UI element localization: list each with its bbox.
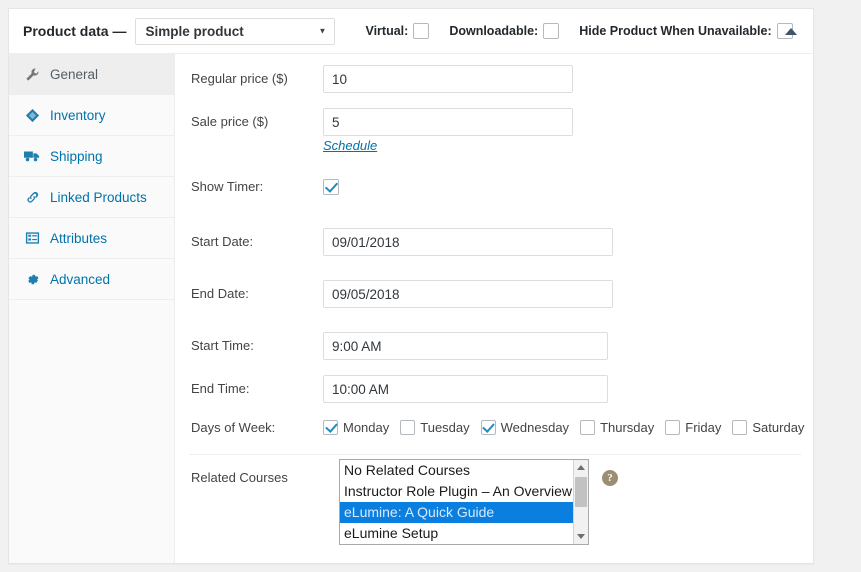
monday-label: Monday bbox=[343, 420, 390, 435]
panel-body: General Inventory Shipping Linked Produc… bbox=[9, 54, 813, 563]
show-timer-checkbox[interactable] bbox=[323, 179, 339, 195]
hide-product-checkbox-group[interactable]: Hide Product When Unavailable: bbox=[579, 23, 793, 39]
end-date-label: End Date: bbox=[191, 286, 249, 301]
sidebar-item-advanced[interactable]: Advanced bbox=[9, 259, 174, 300]
sidebar-item-inventory[interactable]: Inventory bbox=[9, 95, 174, 136]
day-checkbox-friday[interactable]: Friday bbox=[665, 420, 721, 435]
sidebar-item-label: General bbox=[50, 66, 99, 82]
panel-header: Product data — Simple product ▼ Virtual:… bbox=[9, 9, 813, 54]
schedule-sale-link[interactable]: Schedule bbox=[323, 138, 377, 153]
related-courses-label: Related Courses bbox=[191, 470, 288, 485]
saturday-checkbox[interactable] bbox=[732, 420, 748, 435]
related-courses-options: No Related Courses Instructor Role Plugi… bbox=[340, 460, 573, 544]
sidebar-item-label: Attributes bbox=[50, 230, 108, 246]
saturday-label: Saturday bbox=[752, 420, 805, 435]
start-date-input[interactable] bbox=[323, 228, 613, 256]
section-divider bbox=[189, 454, 801, 455]
list-item-selected[interactable]: eLumine: A Quick Guide bbox=[340, 502, 573, 523]
sidebar-item-shipping[interactable]: Shipping bbox=[9, 136, 174, 177]
show-timer-row: Show Timer: bbox=[175, 178, 813, 196]
sale-price-input[interactable] bbox=[323, 108, 573, 136]
hide-product-label: Hide Product When Unavailable: bbox=[579, 24, 772, 38]
virtual-label: Virtual: bbox=[365, 24, 409, 38]
help-icon[interactable]: ? bbox=[602, 470, 618, 486]
link-icon bbox=[23, 189, 41, 205]
listbox-scrollbar[interactable] bbox=[573, 460, 588, 544]
related-courses-listbox[interactable]: No Related Courses Instructor Role Plugi… bbox=[339, 459, 589, 545]
end-time-label: End Time: bbox=[191, 381, 250, 396]
end-date-input[interactable] bbox=[323, 280, 613, 308]
day-checkbox-wednesday[interactable]: Wednesday bbox=[480, 420, 570, 435]
gear-icon bbox=[23, 271, 41, 287]
tag-icon bbox=[23, 107, 41, 123]
list-item[interactable]: Instructor Role Plugin – An Overview bbox=[340, 481, 573, 502]
day-checkbox-thursday[interactable]: Thursday bbox=[580, 420, 654, 435]
virtual-checkbox-group[interactable]: Virtual: bbox=[365, 23, 430, 39]
regular-price-label: Regular price ($) bbox=[191, 71, 288, 86]
sidebar-item-linked-products[interactable]: Linked Products bbox=[9, 177, 174, 218]
sidebar-item-label: Shipping bbox=[50, 148, 103, 164]
day-checkbox-saturday[interactable]: Saturday bbox=[732, 420, 804, 435]
schedule-link-row: Schedule bbox=[175, 138, 813, 153]
scroll-down-arrow-icon[interactable] bbox=[574, 529, 588, 544]
list-item[interactable]: eLumine Setup bbox=[340, 523, 573, 544]
monday-checkbox[interactable] bbox=[323, 420, 338, 435]
start-date-label: Start Date: bbox=[191, 234, 254, 249]
collapse-panel-toggle[interactable] bbox=[783, 23, 799, 39]
downloadable-label: Downloadable: bbox=[449, 24, 539, 38]
start-time-label: Start Time: bbox=[191, 338, 254, 353]
sidebar-item-label: Advanced bbox=[50, 271, 111, 287]
end-date-row: End Date: bbox=[175, 280, 813, 308]
thursday-label: Thursday bbox=[600, 420, 655, 435]
sidebar-item-label: Linked Products bbox=[50, 189, 147, 205]
product-type-select[interactable]: Simple product bbox=[135, 17, 336, 45]
sale-price-row: Sale price ($) bbox=[175, 108, 813, 136]
friday-label: Friday bbox=[685, 420, 722, 435]
day-checkbox-monday[interactable]: Monday bbox=[323, 420, 389, 435]
wrench-icon bbox=[23, 66, 41, 82]
virtual-checkbox[interactable] bbox=[413, 23, 430, 39]
regular-price-row: Regular price ($) bbox=[175, 65, 813, 93]
friday-checkbox[interactable] bbox=[665, 420, 681, 435]
end-time-row: End Time: bbox=[175, 375, 813, 403]
sidebar-item-attributes[interactable]: Attributes bbox=[9, 218, 174, 259]
general-tab-panel: Regular price ($) Sale price ($) Schedul… bbox=[175, 54, 813, 563]
show-timer-label: Show Timer: bbox=[191, 179, 264, 194]
days-of-week-label: Days of Week: bbox=[191, 420, 276, 435]
scrollbar-thumb[interactable] bbox=[575, 477, 587, 507]
downloadable-checkbox-group[interactable]: Downloadable: bbox=[449, 23, 560, 39]
days-of-week-row: Days of Week: Monday Tuesday Wednesday T… bbox=[175, 420, 813, 435]
downloadable-checkbox[interactable] bbox=[543, 23, 560, 39]
end-time-input[interactable] bbox=[323, 375, 608, 403]
tuesday-label: Tuesday bbox=[420, 420, 470, 435]
start-time-input[interactable] bbox=[323, 332, 608, 360]
thursday-checkbox[interactable] bbox=[580, 420, 596, 435]
sale-price-label: Sale price ($) bbox=[191, 114, 269, 129]
tuesday-checkbox[interactable] bbox=[400, 420, 416, 435]
scroll-up-arrow-icon[interactable] bbox=[574, 460, 588, 475]
product-data-tabs: General Inventory Shipping Linked Produc… bbox=[9, 54, 175, 563]
start-date-row: Start Date: bbox=[175, 228, 813, 256]
list-icon bbox=[23, 230, 41, 246]
regular-price-input[interactable] bbox=[323, 65, 573, 93]
product-type-select-wrapper: Simple product ▼ bbox=[135, 17, 336, 45]
product-data-panel: Product data — Simple product ▼ Virtual:… bbox=[8, 8, 814, 564]
day-checkbox-tuesday[interactable]: Tuesday bbox=[400, 420, 470, 435]
wednesday-checkbox[interactable] bbox=[480, 420, 496, 435]
sidebar-item-general[interactable]: General bbox=[9, 54, 174, 95]
truck-icon bbox=[23, 148, 41, 164]
wednesday-label: Wednesday bbox=[500, 420, 570, 435]
start-time-row: Start Time: bbox=[175, 332, 813, 360]
sidebar-item-label: Inventory bbox=[50, 107, 106, 123]
list-item[interactable]: No Related Courses bbox=[340, 460, 573, 481]
triangle-up-icon bbox=[785, 27, 797, 35]
page-title: Product data — bbox=[23, 23, 127, 39]
